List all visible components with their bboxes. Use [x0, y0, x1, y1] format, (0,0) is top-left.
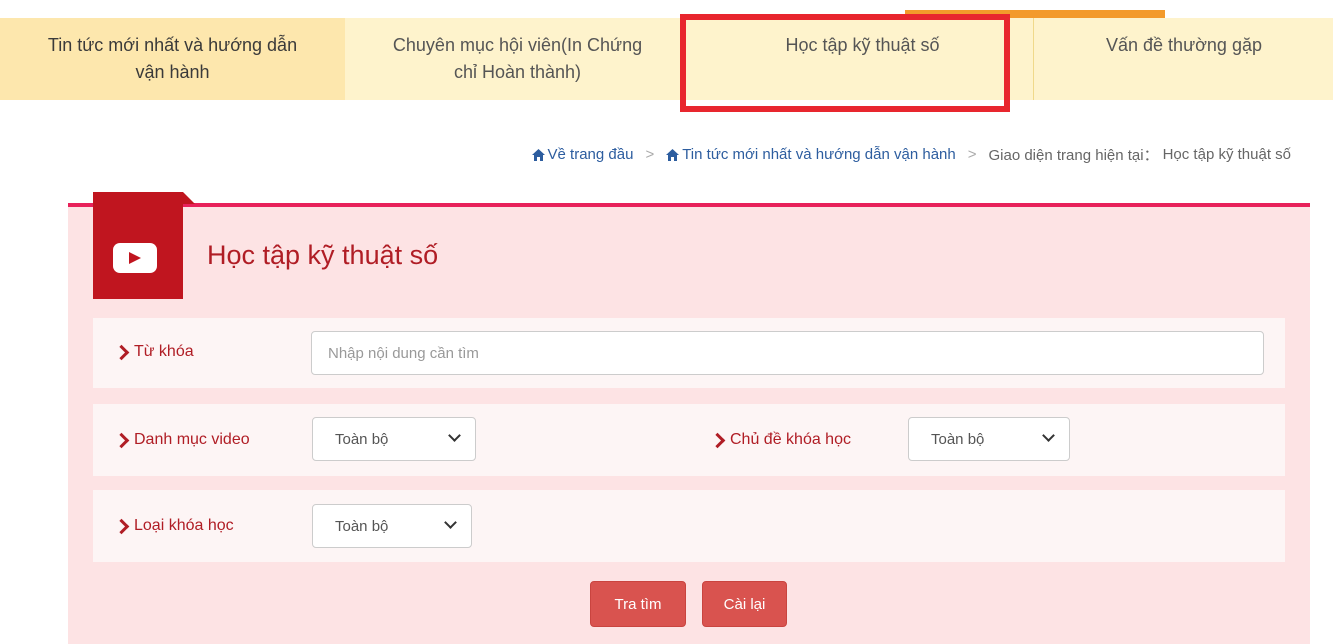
breadcrumb-separator: > [645, 146, 655, 163]
breadcrumb-home-label: Về trang đầu [547, 146, 634, 163]
keyword-input[interactable] [311, 331, 1264, 375]
course-type-value: Toàn bộ [335, 517, 389, 535]
breadcrumb-home[interactable]: Về trang đầu [531, 146, 634, 163]
course-type-label: Loại khóa học [113, 517, 234, 535]
panel-title: Học tập kỹ thuật số [207, 240, 439, 270]
main-nav: Tin tức mới nhất và hướng dẫn vận hành Ch… [0, 18, 1333, 100]
video-category-label-text: Danh mục video [134, 431, 250, 448]
reset-button[interactable]: Cài lại [702, 581, 787, 627]
course-type-label-text: Loại khóa học [134, 517, 234, 534]
course-topic-label: Chủ đề khóa học [709, 431, 851, 449]
course-type-row [93, 490, 1285, 562]
video-category-value: Toàn bộ [335, 430, 389, 448]
video-category-label: Danh mục video [113, 431, 250, 449]
nav-divider [1033, 18, 1034, 100]
breadcrumb-parent[interactable]: Tin tức mới nhất và hướng dẫn vận hành [666, 146, 956, 163]
course-topic-label-text: Chủ đề khóa học [730, 431, 851, 448]
nav-tab-label: vận hành [135, 62, 210, 82]
breadcrumb-separator: > [967, 146, 977, 163]
highlight-box [680, 14, 1010, 112]
search-button[interactable]: Tra tìm [590, 581, 686, 627]
category-row [93, 404, 1285, 476]
breadcrumb-parent-label: Tin tức mới nhất và hướng dẫn vận hành [682, 146, 956, 163]
home-icon [666, 148, 680, 161]
nav-tab-label: Tin tức mới nhất và hướng dẫn [47, 35, 298, 55]
chevron-down-icon [1042, 429, 1055, 442]
course-topic-value: Toàn bộ [931, 430, 985, 448]
course-type-select[interactable]: Toàn bộ [312, 504, 472, 548]
nav-tab-members[interactable]: Chuyên mục hội viên(In Chứng chỉ Hoàn thà… [345, 18, 690, 100]
nav-tab-label: Vấn đề thường gặp [1106, 35, 1262, 55]
nav-tab-news[interactable]: Tin tức mới nhất và hướng dẫn vận hành [0, 18, 345, 100]
video-category-select[interactable]: Toàn bộ [312, 417, 476, 461]
top-strip [0, 0, 1333, 18]
video-play-icon [113, 243, 157, 273]
nav-tab-label: Chuyên mục hội viên(In Chứng [392, 35, 643, 55]
keyword-label: Từ khóa [113, 343, 194, 361]
breadcrumb-current-prefix: Giao diện trang hiện tại： [988, 147, 1159, 164]
panel-tab-corner [183, 192, 195, 204]
nav-tab-faq[interactable]: Vấn đề thường gặp [1035, 18, 1333, 100]
breadcrumb: Về trang đầu > Tin tức mới nhất và hướng… [531, 144, 1291, 165]
chevron-down-icon [448, 429, 461, 442]
chevron-down-icon [444, 516, 457, 529]
course-topic-select[interactable]: Toàn bộ [908, 417, 1070, 461]
keyword-label-text: Từ khóa [134, 343, 194, 360]
panel-top-border [68, 203, 1310, 207]
home-icon [531, 148, 545, 161]
nav-tab-label: chỉ Hoàn thành) [453, 62, 582, 82]
breadcrumb-current: Học tập kỹ thuật số [1162, 146, 1291, 163]
